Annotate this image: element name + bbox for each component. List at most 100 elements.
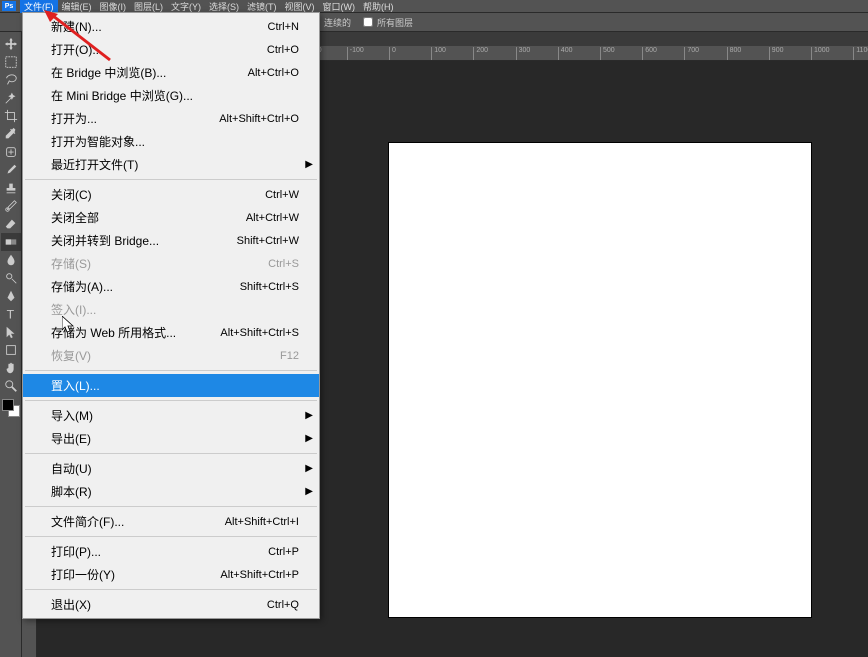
- menu-item-label: 自动(U): [51, 460, 92, 477]
- tool-crop[interactable]: [1, 107, 21, 125]
- ps-logo: Ps: [2, 1, 16, 11]
- menu-item-label: 关闭并转到 Bridge...: [51, 232, 159, 249]
- menu-item-label: 在 Bridge 中浏览(B)...: [51, 64, 166, 81]
- menu-item[interactable]: 在 Mini Bridge 中浏览(G)...: [23, 84, 319, 107]
- submenu-arrow-icon: ▶: [305, 463, 313, 474]
- menu-item[interactable]: 最近打开文件(T) ▶: [23, 153, 319, 176]
- ruler-tick: 900: [769, 47, 784, 60]
- menu-item[interactable]: 打开为智能对象...: [23, 130, 319, 153]
- menu-item[interactable]: 置入(L)...: [23, 374, 319, 397]
- menu-help[interactable]: 帮助(H): [359, 0, 398, 13]
- menu-type[interactable]: 文字(Y): [167, 0, 205, 13]
- tool-eraser[interactable]: [1, 215, 21, 233]
- menu-item-label: 打开(O)...: [51, 41, 102, 58]
- menu-separator: [25, 536, 317, 537]
- menu-item-label: 导入(M): [51, 407, 93, 424]
- menu-item-label: 在 Mini Bridge 中浏览(G)...: [51, 87, 193, 104]
- menu-item[interactable]: 脚本(R)▶: [23, 480, 319, 503]
- menu-item-shortcut: Alt+Shift+Ctrl+S: [220, 327, 299, 339]
- menu-item-shortcut: Shift+Ctrl+S: [240, 281, 299, 293]
- menu-item[interactable]: 导入(M)▶: [23, 404, 319, 427]
- tool-lasso[interactable]: [1, 71, 21, 89]
- menu-item[interactable]: 在 Bridge 中浏览(B)... Alt+Ctrl+O: [23, 61, 319, 84]
- menu-separator: [25, 506, 317, 507]
- menu-item-shortcut: Ctrl+N: [268, 21, 299, 33]
- menu-item-label: 文件简介(F)...: [51, 513, 124, 530]
- menu-window[interactable]: 窗口(W): [319, 0, 360, 13]
- ruler-tick: 500: [600, 47, 615, 60]
- menu-item-label: 存储(S): [51, 255, 91, 272]
- tool-zoom[interactable]: [1, 377, 21, 395]
- tool-heal[interactable]: [1, 143, 21, 161]
- menu-item[interactable]: 关闭并转到 Bridge... Shift+Ctrl+W: [23, 229, 319, 252]
- menu-item-label: 存储为 Web 所用格式...: [51, 324, 176, 341]
- menu-item-label: 最近打开文件(T): [51, 156, 138, 173]
- menu-item-shortcut: Ctrl+S: [268, 258, 299, 270]
- menu-item[interactable]: 打印一份(Y) Alt+Shift+Ctrl+P: [23, 563, 319, 586]
- menu-image[interactable]: 图像(I): [96, 0, 131, 13]
- menu-item[interactable]: 自动(U) ▶: [23, 457, 319, 480]
- tool-dodge[interactable]: [1, 269, 21, 287]
- menu-item-shortcut: Shift+Ctrl+W: [237, 235, 299, 247]
- opt-contiguous-label: 连续的: [324, 16, 351, 29]
- menu-file[interactable]: 文件(F): [20, 0, 58, 13]
- menu-item[interactable]: 关闭全部Alt+Ctrl+W: [23, 206, 319, 229]
- menu-item-label: 脚本(R): [51, 483, 92, 500]
- menu-layer[interactable]: 图层(L): [130, 0, 167, 13]
- tool-hand[interactable]: [1, 359, 21, 377]
- tool-panel: T: [0, 32, 22, 657]
- ruler-tick: 300: [516, 47, 531, 60]
- tool-path-select[interactable]: [1, 323, 21, 341]
- menu-filter[interactable]: 滤镜(T): [243, 0, 281, 13]
- menu-item-label: 关闭全部: [51, 209, 99, 226]
- document-canvas[interactable]: [389, 143, 811, 617]
- menu-separator: [25, 179, 317, 180]
- tool-blur[interactable]: [1, 251, 21, 269]
- svg-text:T: T: [7, 307, 15, 321]
- menu-view[interactable]: 视图(V): [281, 0, 319, 13]
- menu-item-shortcut: Alt+Shift+Ctrl+O: [219, 113, 299, 125]
- tool-marquee[interactable]: [1, 53, 21, 71]
- menu-item-label: 置入(L)...: [51, 377, 100, 394]
- menu-separator: [25, 370, 317, 371]
- menu-item-shortcut: Ctrl+P: [268, 546, 299, 558]
- tool-gradient[interactable]: [1, 233, 21, 251]
- menu-item[interactable]: 打开(O)... Ctrl+O: [23, 38, 319, 61]
- ruler-tick: -100: [347, 47, 364, 60]
- menu-item[interactable]: 文件简介(F)...Alt+Shift+Ctrl+I: [23, 510, 319, 533]
- tool-eyedropper[interactable]: [1, 125, 21, 143]
- menu-item-shortcut: Ctrl+O: [267, 44, 299, 56]
- menu-item-label: 导出(E): [51, 430, 91, 447]
- tool-history-brush[interactable]: [1, 197, 21, 215]
- tool-shape[interactable]: [1, 341, 21, 359]
- submenu-arrow-icon: ▶: [305, 159, 313, 170]
- menu-item[interactable]: 打开为...Alt+Shift+Ctrl+O: [23, 107, 319, 130]
- fg-color[interactable]: [2, 399, 14, 411]
- menu-item: 恢复(V)F12: [23, 344, 319, 367]
- menu-item-label: 打开为智能对象...: [51, 133, 145, 150]
- menu-item[interactable]: 关闭(C)Ctrl+W: [23, 183, 319, 206]
- tool-brush[interactable]: [1, 161, 21, 179]
- menu-item-label: 存储为(A)...: [51, 278, 113, 295]
- tool-stamp[interactable]: [1, 179, 21, 197]
- menu-item-label: 打印一份(Y): [51, 566, 115, 583]
- opt-alllayers-label: 所有图层: [377, 16, 413, 29]
- menu-item-shortcut: Alt+Ctrl+O: [248, 67, 299, 79]
- tool-wand[interactable]: [1, 89, 21, 107]
- menu-item-shortcut: Alt+Shift+Ctrl+P: [220, 569, 299, 581]
- menu-select[interactable]: 选择(S): [205, 0, 243, 13]
- tool-move[interactable]: [1, 35, 21, 53]
- tool-pen[interactable]: [1, 287, 21, 305]
- menu-item[interactable]: 存储为(A)... Shift+Ctrl+S: [23, 275, 319, 298]
- menubar: Ps 文件(F) 编辑(E) 图像(I) 图层(L) 文字(Y) 选择(S) 滤…: [0, 0, 868, 12]
- menu-item[interactable]: 导出(E)▶: [23, 427, 319, 450]
- menu-item[interactable]: 存储为 Web 所用格式... Alt+Shift+Ctrl+S: [23, 321, 319, 344]
- menu-edit[interactable]: 编辑(E): [58, 0, 96, 13]
- menu-item[interactable]: 新建(N)...Ctrl+N: [23, 15, 319, 38]
- menu-item[interactable]: 打印(P)...Ctrl+P: [23, 540, 319, 563]
- opt-alllayers-checkbox[interactable]: [363, 17, 373, 27]
- tool-type[interactable]: T: [1, 305, 21, 323]
- menu-item[interactable]: 退出(X)Ctrl+Q: [23, 593, 319, 616]
- color-swatch[interactable]: [2, 399, 20, 417]
- ruler-tick: 600: [642, 47, 657, 60]
